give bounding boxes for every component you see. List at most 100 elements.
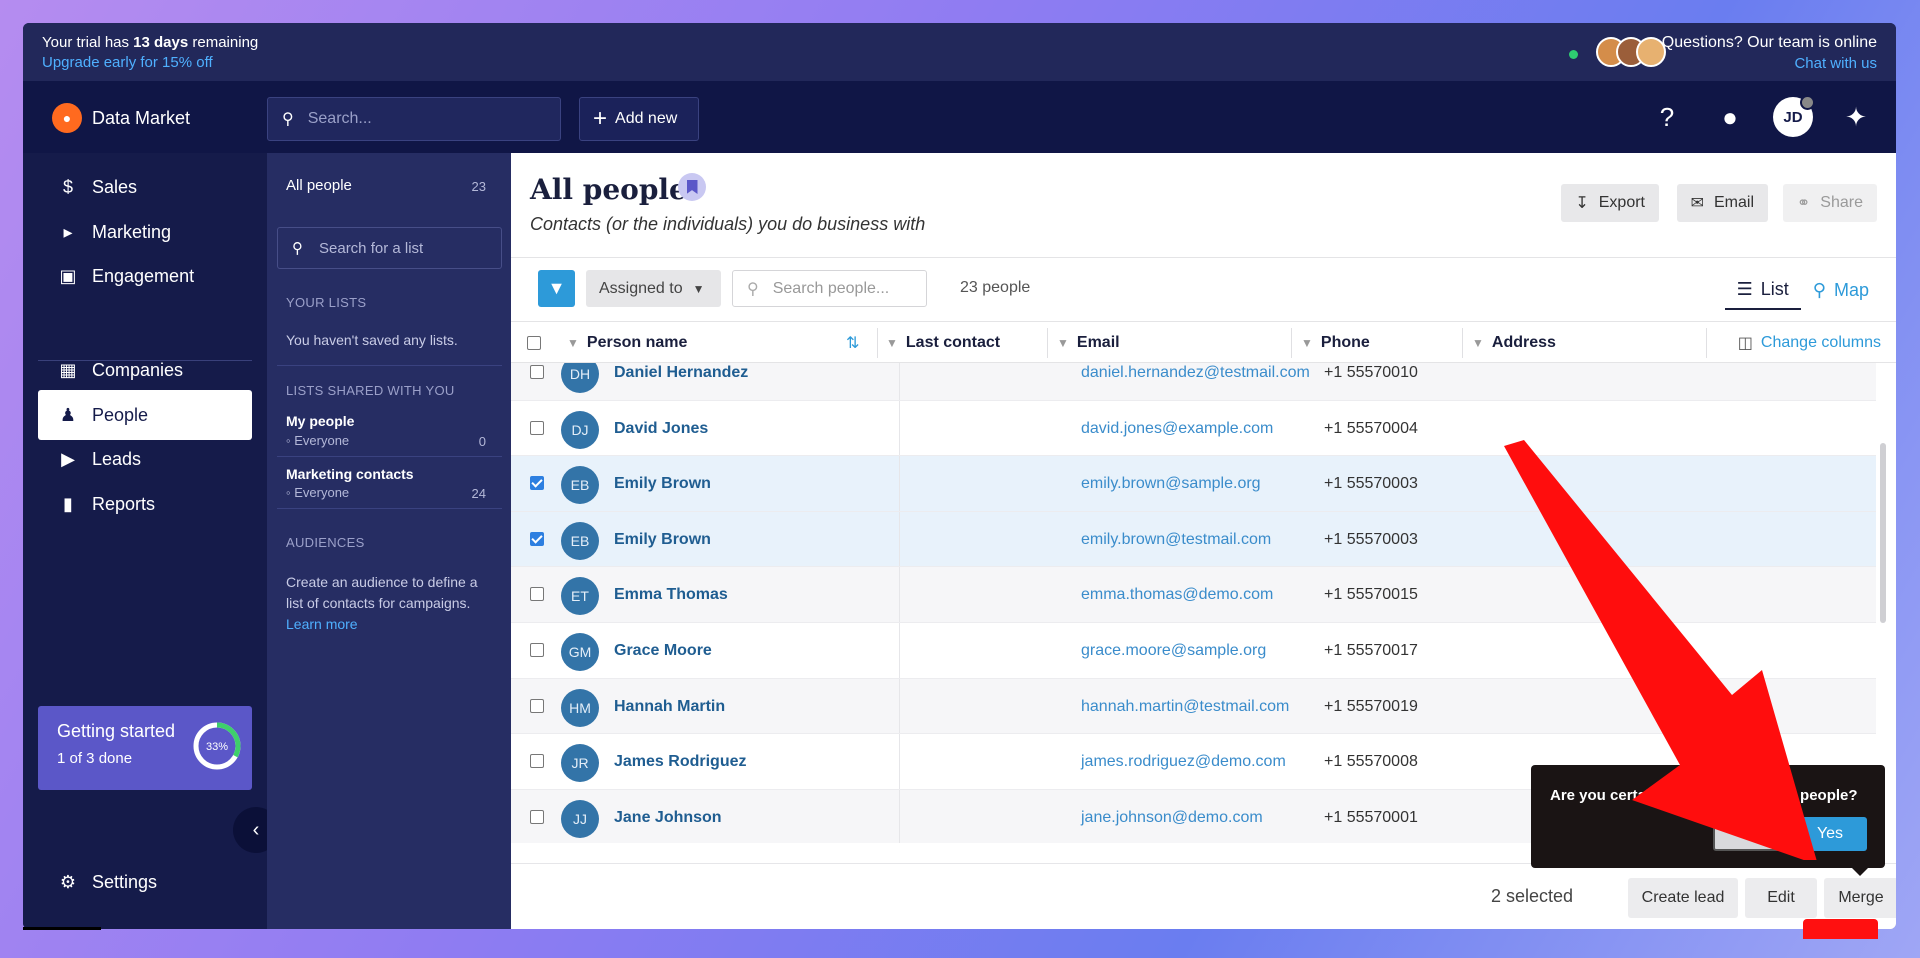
columns-icon: ◫ [1737,335,1753,352]
plus-icon: + [593,105,608,132]
email-link[interactable]: jane.johnson@demo.com [1081,809,1263,827]
people-search-input[interactable]: ⚲ Search people... [732,270,927,307]
person-name-link[interactable]: Daniel Hernandez [614,364,748,382]
list-all-people[interactable]: All people [286,177,352,194]
search-icon: ⚲ [282,111,294,128]
column-phone[interactable]: ▼ Phone [1301,322,1370,364]
person-name-link[interactable]: Hannah Martin [614,698,725,716]
filter-icon[interactable]: ▼ [538,270,575,307]
table-row[interactable]: EB Emily Brown emily.brown@testmail.com +1 … [511,511,1876,568]
create-lead-button[interactable]: Create lead [1628,878,1738,918]
phone-text: +1 55570015 [1324,586,1418,604]
shared-list-name[interactable]: My people [286,413,354,429]
email-link[interactable]: hannah.martin@testmail.com [1081,698,1289,716]
global-search-input[interactable]: ⚲ Search... [267,97,561,141]
row-checkbox[interactable] [530,420,544,440]
sidebar-item-marketing[interactable]: ▸ Marketing [38,207,252,257]
phone-text: +1 55570008 [1324,753,1418,771]
user-menu[interactable]: JD [1769,93,1817,141]
bookmark-icon[interactable] [678,173,706,201]
person-name-link[interactable]: Emma Thomas [614,586,728,604]
download-icon: ↧ [1575,195,1589,212]
table-row[interactable]: GM Grace Moore grace.moore@sample.org +1 55… [511,623,1876,679]
row-checkbox[interactable] [530,754,544,773]
person-name-link[interactable]: Grace Moore [614,642,712,660]
sidebar-item-companies[interactable]: ▦ Companies [38,345,252,395]
column-person-name[interactable]: ▼ Person name [567,322,687,364]
add-new-button[interactable]: + Add new [579,97,699,141]
table-row[interactable]: ET Emma Thomas emma.thomas@demo.com +1 5557… [511,567,1876,623]
megaphone-icon: ▸ [63,221,73,242]
sidebar-item-leads[interactable]: ▶ Leads [38,434,252,484]
sidebar-item-settings[interactable]: ⚙ Settings [38,857,252,907]
learn-more-link[interactable]: Learn more [286,616,358,632]
assigned-to-dropdown[interactable]: Assigned to ▼ [586,270,721,307]
chat-link[interactable]: Chat with us [1662,55,1877,72]
row-checkbox[interactable] [530,531,544,551]
row-checkbox[interactable] [530,365,544,384]
person-name-link[interactable]: David Jones [614,420,708,438]
email-link[interactable]: emma.thomas@demo.com [1081,586,1273,604]
brand-logo-icon: ● [52,103,82,133]
person-name-link[interactable]: Emily Brown [614,531,711,549]
select-all-checkbox[interactable] [527,322,541,364]
phone-text: +1 55570001 [1324,808,1418,826]
phone-text: +1 55570003 [1324,475,1418,493]
row-checkbox[interactable] [530,476,544,495]
export-button[interactable]: ↧ Export [1561,184,1659,222]
user-avatar: JD [1773,95,1815,137]
column-last-contact[interactable]: ▼ Last contact [886,322,1000,364]
list-toolbar: ▼ Assigned to ▼ ⚲ Search people... 23 peop… [511,257,1896,321]
person-name-link[interactable]: James Rodriguez [614,753,746,771]
table-row[interactable]: HM Hannah Martin hannah.martin@testmail.co… [511,678,1876,735]
sidebar-item-reports[interactable]: ▮ Reports [38,479,252,529]
sidebar-item-people[interactable]: ♟ People [38,390,252,440]
column-divider [899,456,900,511]
row-checkbox[interactable] [530,809,544,829]
email-link[interactable]: grace.moore@sample.org [1081,642,1266,660]
tab-map[interactable]: ⚲ Map [1801,270,1881,310]
email-link[interactable]: emily.brown@sample.org [1081,475,1261,493]
merge-button[interactable]: Merge [1824,878,1896,918]
table-row[interactable]: DJ David Jones david.jones@example.com +1 5… [511,400,1876,457]
trial-banner: Your trial has 13 days remaining Upgrade… [23,23,1896,81]
vertical-scrollbar[interactable] [1880,443,1886,623]
brand[interactable]: ● Data Market [52,103,190,133]
help-icon[interactable]: ? [1643,93,1691,141]
column-email[interactable]: ▼ Email [1057,322,1120,364]
shared-list-name[interactable]: Marketing contacts [286,466,414,482]
confirm-no-button[interactable]: No [1713,817,1787,851]
email-link[interactable]: daniel.hernandez@testmail.com [1081,364,1310,382]
sparkle-icon[interactable]: ✦ [1832,93,1880,141]
avatar: ET [561,577,599,616]
shared-list-count: 24 [471,486,486,501]
chevron-down-icon: ▼ [692,281,705,296]
avatar: GM [561,633,599,671]
getting-started-card[interactable]: Getting started 1 of 3 done 33% [38,706,252,790]
email-link[interactable]: emily.brown@testmail.com [1081,531,1271,549]
notifications-icon[interactable]: ● [1706,93,1754,141]
email-button[interactable]: ✉ Email [1676,184,1768,222]
tab-list[interactable]: ☰ List [1724,270,1801,310]
your-lists-header: YOUR LISTS [286,295,367,310]
column-address[interactable]: ▼ Address [1472,322,1556,364]
sidebar-item-sales[interactable]: $ Sales [38,162,252,212]
person-name-link[interactable]: Emily Brown [614,475,711,493]
sidebar: $ Sales ▸ Marketing ▣ Engagement ▦ Companies… [23,153,279,929]
list-search-input[interactable]: ⚲ Search for a list [277,227,502,269]
email-link[interactable]: david.jones@example.com [1081,420,1273,438]
person-name-link[interactable]: Jane Johnson [614,809,722,827]
change-columns-button[interactable]: ◫ Change columns [1738,322,1881,364]
row-checkbox[interactable] [530,643,544,662]
table-row[interactable]: DH Daniel Hernandez daniel.hernandez@testm… [511,363,1876,401]
email-link[interactable]: james.rodriguez@demo.com [1081,753,1286,771]
sidebar-item-engagement[interactable]: ▣ Engagement [38,251,252,301]
share-button[interactable]: ⚭ Share [1782,184,1877,222]
filter-icon: ▼ [567,336,579,350]
row-checkbox[interactable] [530,698,544,718]
row-checkbox[interactable] [530,587,544,606]
confirm-yes-button[interactable]: Yes [1793,817,1867,851]
sort-icon[interactable]: ⇅ [846,333,859,353]
edit-button[interactable]: Edit [1745,878,1817,918]
table-row[interactable]: EB Emily Brown emily.brown@sample.org +1 55… [511,456,1876,512]
